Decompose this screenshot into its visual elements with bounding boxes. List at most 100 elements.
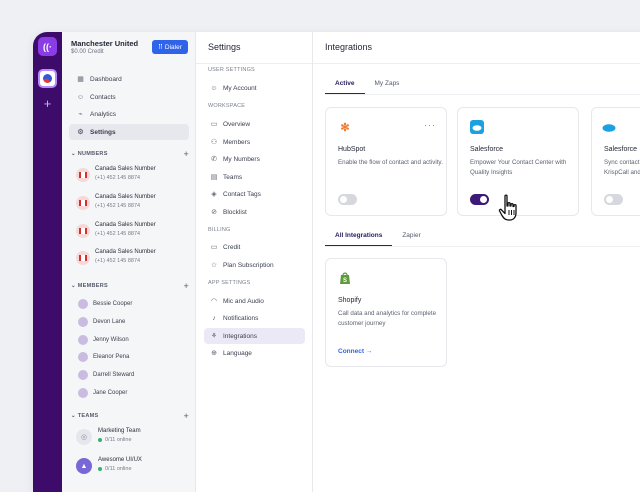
- billing-header: BILLING: [208, 227, 231, 233]
- list-item-member[interactable]: Devon Lane: [78, 315, 188, 329]
- add-number-icon[interactable]: +: [183, 150, 189, 159]
- globe-icon: ⊕: [211, 350, 217, 357]
- dashboard-icon: ▦: [77, 76, 84, 83]
- hubspot-icon: ✻: [340, 121, 350, 134]
- settings-item-language[interactable]: ⊕ Language: [204, 345, 305, 361]
- hand-pointer-icon: [498, 194, 517, 221]
- headphones-icon: ◠: [210, 298, 218, 305]
- credit-card-icon: ▭: [210, 244, 218, 251]
- settings-item-overview[interactable]: ▭ Overview: [204, 116, 305, 132]
- canada-flag-icon: [76, 168, 90, 182]
- sidebar: Manchester United $0.00 Credit ⠿ Dialer ▦…: [62, 32, 196, 492]
- add-team-icon[interactable]: +: [183, 412, 189, 421]
- settings-item-blocklist[interactable]: ⊘ Blocklist: [204, 204, 305, 220]
- canada-flag-icon: [76, 196, 90, 210]
- hubspot-toggle[interactable]: [338, 194, 357, 205]
- dialpad-icon: ⠿: [158, 44, 163, 51]
- settings-title: Settings: [208, 42, 241, 52]
- list-item-member[interactable]: Jenny Wilson: [78, 333, 188, 347]
- list-item-number[interactable]: Canada Sales Number (+1) 452 145 8874: [71, 247, 189, 271]
- bell-icon: ♪: [212, 314, 216, 322]
- app-logo-icon[interactable]: ((·: [38, 37, 57, 56]
- tab-zapier[interactable]: Zapier: [392, 232, 430, 247]
- add-member-icon[interactable]: +: [183, 282, 189, 291]
- star-icon: ☆: [210, 262, 218, 269]
- teams-icon: ▤: [210, 174, 218, 181]
- avatar: [78, 335, 88, 345]
- list-item-number[interactable]: Canada Sales Number (+1) 452 145 8874: [71, 192, 189, 216]
- integrations-panel: Integrations Active My Zaps ✻ ··· HubSpo…: [313, 32, 640, 492]
- gear-icon: ⚙: [77, 129, 84, 136]
- workspace-switcher-icon[interactable]: [38, 69, 57, 88]
- sidebar-item-settings[interactable]: ⚙ Settings: [69, 124, 189, 140]
- list-item-member[interactable]: Eleanor Pena: [78, 350, 188, 364]
- list-item-number[interactable]: Canada Sales Number (+1) 452 145 8874: [71, 164, 189, 188]
- tab-my-zaps[interactable]: My Zaps: [365, 80, 410, 95]
- integration-card-hubspot: ✻ ··· HubSpot Enable the flow of contact…: [325, 107, 447, 216]
- settings-item-teams[interactable]: ▤ Teams: [204, 169, 305, 185]
- tab-active[interactable]: Active: [325, 80, 365, 95]
- app-settings-header: APP SETTINGS: [208, 280, 251, 286]
- workspace-header: WORKSPACE: [208, 103, 246, 109]
- avatar: [78, 317, 88, 327]
- list-item-team[interactable]: ◎ Marketing Team 0/11 online: [71, 426, 189, 450]
- list-item-member[interactable]: Bessie Cooper: [78, 297, 188, 311]
- team-icon: ◎: [76, 429, 92, 445]
- analytics-icon: ⌁: [78, 111, 83, 118]
- sidebar-item-contacts[interactable]: ☺ Contacts: [69, 89, 189, 105]
- integrations-icon: ⚘: [210, 333, 218, 340]
- shopify-connect-link[interactable]: Connect →: [338, 348, 372, 355]
- avatar: [78, 352, 88, 362]
- list-item-member[interactable]: Jane Cooper: [78, 386, 188, 400]
- settings-item-plan-subscription[interactable]: ☆ Plan Subscription: [204, 257, 305, 273]
- integrations-tabs: Active My Zaps: [325, 80, 409, 95]
- salesforce-icon: [602, 120, 616, 134]
- block-icon: ⊘: [211, 209, 217, 216]
- workspace-name: Manchester United: [71, 39, 139, 48]
- canada-flag-icon: [76, 224, 90, 238]
- sidebar-item-analytics[interactable]: ⌁ Analytics: [69, 106, 189, 122]
- integrations-sub-tabs: All Integrations Zapier: [325, 232, 431, 247]
- dialer-button[interactable]: ⠿ Dialer: [152, 40, 188, 54]
- divider: [196, 63, 312, 64]
- tab-all-integrations[interactable]: All Integrations: [325, 232, 393, 247]
- settings-item-my-account[interactable]: ☺ My Account: [204, 80, 305, 96]
- settings-item-notifications[interactable]: ♪ Notifications: [204, 310, 305, 326]
- list-item-team[interactable]: ▲ Awesome UI/UX 0/11 online: [71, 455, 189, 479]
- online-dot-icon: [98, 438, 102, 442]
- members-section-header: ⌄ MEMBERS +: [71, 281, 189, 291]
- avatar: [78, 370, 88, 380]
- list-item-number[interactable]: Canada Sales Number (+1) 452 145 8874: [71, 220, 189, 244]
- teams-section-header: ⌄ TEAMS +: [71, 411, 189, 421]
- tag-icon: ◈: [211, 191, 217, 198]
- more-options-icon[interactable]: ···: [424, 120, 436, 130]
- settings-item-members[interactable]: ⚇ Members: [204, 134, 305, 150]
- shopify-icon: S: [338, 271, 352, 285]
- settings-item-integrations[interactable]: ⚘ Integrations: [204, 328, 305, 344]
- sidebar-item-dashboard[interactable]: ▦ Dashboard: [69, 71, 189, 87]
- overview-icon: ▭: [210, 121, 218, 128]
- settings-item-my-numbers[interactable]: ✆ My Numbers: [204, 151, 305, 167]
- list-item-member[interactable]: Darrell Steward: [78, 368, 188, 382]
- salesforce-toggle[interactable]: [470, 194, 489, 205]
- salesforce-icon: [470, 120, 484, 134]
- app-window: ((· + Manchester United $0.00 Credit ⠿ Di…: [33, 32, 640, 492]
- add-workspace-icon[interactable]: +: [33, 96, 62, 111]
- members-icon: ⚇: [210, 139, 218, 146]
- workspace-credit: $0.00 Credit: [71, 49, 104, 55]
- avatar: [78, 299, 88, 309]
- canada-flag-icon: [76, 251, 90, 265]
- divider: [313, 63, 640, 64]
- settings-item-contact-tags[interactable]: ◈ Contact Tags: [204, 186, 305, 202]
- lock-icon: ▲: [76, 458, 92, 474]
- contacts-icon: ☺: [76, 93, 85, 101]
- svg-text:S: S: [343, 278, 347, 284]
- page-title: Integrations: [325, 42, 373, 52]
- integration-card-shopify: S Shopify Call data and analytics for co…: [325, 258, 447, 367]
- settings-item-credit[interactable]: ▭ Credit: [204, 239, 305, 255]
- arrow-right-icon: →: [365, 348, 373, 355]
- settings-item-mic-and-audio[interactable]: ◠ Mic and Audio: [204, 293, 305, 309]
- salesforce-2-toggle[interactable]: [604, 194, 623, 205]
- integration-card-salesforce-2: Salesforce Sync contact KrispCall and: [591, 107, 640, 216]
- app-rail: ((· +: [33, 32, 62, 492]
